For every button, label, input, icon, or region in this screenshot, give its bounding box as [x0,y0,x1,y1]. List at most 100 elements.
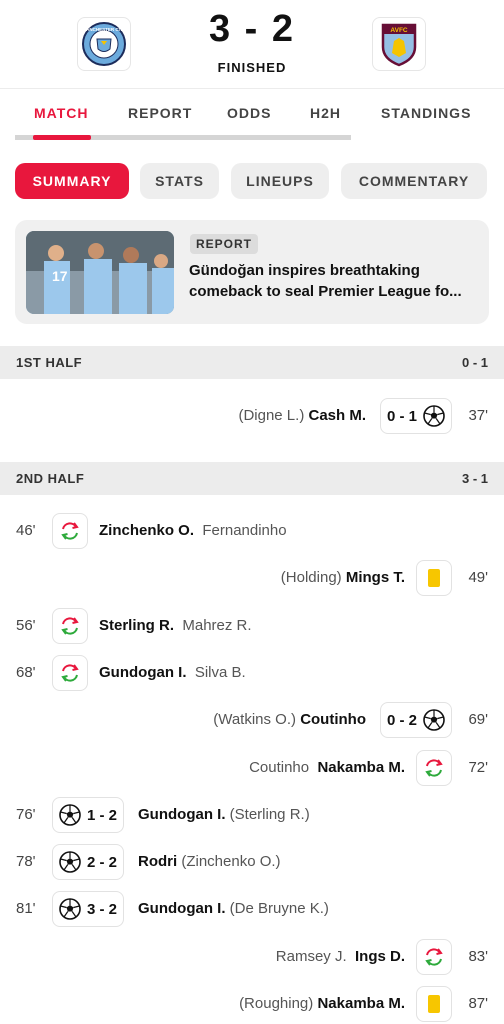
event-player-out: Ramsey J. [275,948,347,965]
tab-lineups[interactable]: LINEUPS [231,163,329,199]
event-row[interactable]: Coutinho Nakamba M. 72' [0,750,504,786]
event-row[interactable]: Ramsey J. Ings D. 83' [0,939,504,975]
main-tab-bar: MATCH REPORT ODDS H2H STANDINGS [0,88,504,142]
goal-score: 3 - 2 [87,900,118,918]
aston-villa-crest-icon: AVFC [381,23,417,67]
tab-odds[interactable]: ODDS [227,105,271,121]
first-half-header: 1ST HALF 0 - 1 [0,346,504,379]
substitution-icon-box [52,608,88,644]
goal-score-box: 3 - 2 [52,891,125,927]
event-row[interactable]: (Roughing) Nakamba M. 87' [0,986,504,1022]
event-player-out: Silva B. [194,664,246,681]
event-text: (Watkins O.) Coutinho [213,711,366,728]
event-row[interactable]: 78' 2 - 2 Rodri (Zinchenko O.) [0,844,504,880]
svg-text:17: 17 [52,268,68,284]
event-text: (Holding) Mings T. [281,569,405,586]
tab-commentary[interactable]: COMMENTARY [341,163,487,199]
half-label: 2ND HALF [16,471,85,486]
report-thumbnail-image: 17 [26,231,174,314]
event-player: Rodri [138,853,178,870]
event-text: Gundogan I. (De Bruyne K.) [138,900,329,917]
substitution-icon-box [416,750,452,786]
yellow-card-icon-box [416,560,452,596]
half-score: 3 - 1 [461,471,488,486]
tab-summary[interactable]: SUMMARY [15,163,129,199]
report-card[interactable]: 17 REPORT Gündoğan inspires breathtaking… [15,220,489,324]
event-text: Rodri (Zinchenko O.) [138,853,281,870]
yellow-card-icon [428,569,440,587]
event-row[interactable]: 46' Zinchenko O. Fernandinho [0,513,504,549]
event-player: Nakamba M. [317,759,405,776]
event-text: Ramsey J. Ings D. [276,948,405,965]
event-player: Nakamba M. [317,995,405,1012]
event-player: Zinchenko O. [99,522,195,539]
away-logo-text: AVFC [390,27,408,34]
substitution-icon-box [52,513,88,549]
event-row[interactable]: 81' 3 - 2 Gundogan I. (De Bruyne K.) [0,891,504,927]
half-label: 1ST HALF [16,355,83,370]
event-player: Mings T. [345,569,405,586]
event-text: Zinchenko O. Fernandinho [99,522,287,539]
substitution-icon [61,522,79,540]
event-assist: (Digne L.) [238,407,305,424]
event-row[interactable]: 68' Gundogan I. Silva B. [0,655,504,691]
match-header: MANCHESTER CITY 3 - 2 FINISHED AVFC [0,0,504,86]
half-score: 0 - 1 [461,355,488,370]
event-assist: (Watkins O.) [213,711,297,728]
event-minute: 46' [16,522,36,539]
event-row[interactable]: (Digne L.) Cash M. 0 - 1 37' [0,398,504,434]
football-icon [59,851,81,873]
match-status: FINISHED [217,60,287,75]
tab-match[interactable]: MATCH [34,105,89,121]
event-text: Coutinho Nakamba M. [249,759,405,776]
event-player: Gundogan I. [138,900,226,917]
event-minute: 37' [468,407,488,424]
goal-score-box: 0 - 2 [379,702,452,738]
event-row[interactable]: 56' Sterling R. Mahrez R. [0,608,504,644]
event-text: (Roughing) Nakamba M. [239,995,405,1012]
football-icon [423,709,445,731]
event-minute: 69' [468,711,488,728]
event-player-out: Coutinho [249,759,310,776]
tab-h2h[interactable]: H2H [310,105,341,121]
event-reason: (Roughing) [239,995,314,1012]
event-text: Gundogan I. (Sterling R.) [138,806,310,823]
yellow-card-icon [428,995,440,1013]
away-team-logo[interactable]: AVFC [372,17,426,71]
tab-standings[interactable]: STANDINGS [381,105,471,121]
event-player: Ings D. [354,948,405,965]
event-player: Gundogan I. [99,664,187,681]
event-row[interactable]: 76' 1 - 2 Gundogan I. (Sterling R.) [0,797,504,833]
substitution-icon [425,759,443,777]
event-reason: (Holding) [280,569,342,586]
football-icon [59,804,81,826]
event-minute: 81' [16,900,36,917]
event-player: Coutinho [300,711,366,728]
football-icon [59,898,81,920]
event-player: Gundogan I. [138,806,226,823]
second-half-header: 2ND HALF 3 - 1 [0,462,504,495]
football-icon [423,405,445,427]
tab-report[interactable]: REPORT [128,105,192,121]
substitution-icon [61,617,79,635]
event-minute: 56' [16,617,36,634]
event-assist: (De Bruyne K.) [229,900,329,917]
goal-score-box: 1 - 2 [52,797,125,833]
event-player-out: Fernandinho [202,522,287,539]
event-text: (Digne L.) Cash M. [238,407,366,424]
report-headline[interactable]: Gündoğan inspires breathtaking comeback … [189,260,479,302]
event-row[interactable]: (Holding) Mings T. 49' [0,560,504,596]
goal-score: 1 - 2 [87,806,118,824]
goal-score: 0 - 1 [386,407,417,425]
event-text: Sterling R. Mahrez R. [99,617,252,634]
event-row[interactable]: (Watkins O.) Coutinho 0 - 2 69' [0,702,504,738]
active-tab-indicator [33,135,91,140]
yellow-card-icon-box [416,986,452,1022]
tab-stats[interactable]: STATS [140,163,219,199]
substitution-icon-box [52,655,88,691]
goal-score-box: 0 - 1 [379,398,452,434]
event-minute: 72' [468,759,488,776]
match-score: 3 - 2 [208,8,296,50]
event-player: Cash M. [308,407,366,424]
substitution-icon-box [416,939,452,975]
